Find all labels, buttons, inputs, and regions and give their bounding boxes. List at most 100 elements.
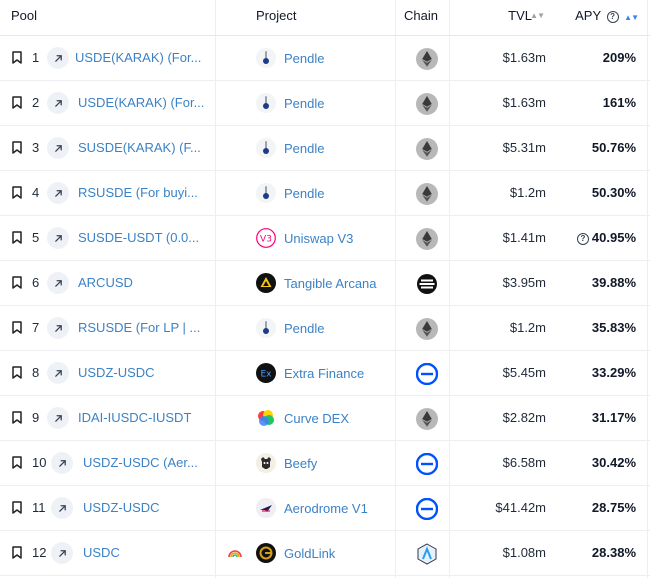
bookmark-icon[interactable] bbox=[12, 501, 22, 514]
table-row[interactable]: 2 USDE(KARAK) (For... Pendle $1.63m 161% bbox=[0, 81, 650, 126]
pool-link[interactable]: USDE(KARAK) (For... bbox=[75, 50, 201, 65]
table-row[interactable]: 11 USDZ-USDC Aerodrome V1 $41.42m 28.75% bbox=[0, 486, 650, 531]
uniswap-icon: V3 bbox=[256, 228, 276, 248]
project-link[interactable]: Pendle bbox=[284, 51, 324, 66]
pool-link[interactable]: USDE(KARAK) (For... bbox=[78, 95, 204, 110]
project-link[interactable]: Extra Finance bbox=[284, 366, 364, 381]
apy-value: 39.88% bbox=[591, 275, 636, 290]
external-link-icon[interactable] bbox=[47, 47, 69, 69]
svg-text:V3: V3 bbox=[260, 235, 272, 245]
apy-value: 30.42% bbox=[591, 455, 636, 470]
external-link-icon[interactable] bbox=[47, 182, 69, 204]
arbitrum-icon[interactable] bbox=[416, 543, 438, 565]
apy-cell: 209% bbox=[560, 50, 636, 65]
tvl-value: $5.45m bbox=[502, 365, 546, 380]
project-link[interactable]: Pendle bbox=[284, 321, 324, 336]
ethereum-icon[interactable] bbox=[416, 318, 438, 340]
project-link[interactable]: GoldLink bbox=[284, 546, 335, 561]
pool-link[interactable]: USDZ-USDC bbox=[78, 365, 155, 380]
tvl-value: $1.41m bbox=[502, 230, 546, 245]
help-icon[interactable]: ? bbox=[606, 10, 619, 23]
external-link-icon[interactable] bbox=[47, 317, 69, 339]
apy-value: 209% bbox=[602, 50, 636, 65]
external-link-icon[interactable] bbox=[47, 137, 69, 159]
bookmark-icon[interactable] bbox=[12, 321, 22, 334]
ethereum-icon[interactable] bbox=[416, 408, 438, 430]
apy-value: 31.17% bbox=[591, 410, 636, 425]
bookmark-icon[interactable] bbox=[12, 231, 22, 244]
apy-cell: 50.76% bbox=[560, 140, 636, 155]
tangible-icon bbox=[256, 273, 276, 293]
pool-link[interactable]: USDZ-USDC (Aer... bbox=[83, 455, 198, 470]
project-link[interactable]: Pendle bbox=[284, 96, 324, 111]
ethereum-icon[interactable] bbox=[416, 48, 438, 70]
ethereum-icon[interactable] bbox=[416, 93, 438, 115]
tvl-value: $1.2m bbox=[509, 185, 546, 200]
bookmark-icon[interactable] bbox=[12, 276, 22, 289]
table-row[interactable]: 4 RSUSDE (For buyi... Pendle $1.2m 50.30% bbox=[0, 171, 650, 216]
project-link[interactable]: Uniswap V3 bbox=[284, 231, 353, 246]
table-row[interactable]: 8 USDZ-USDC Ex Extra Finance $5.45m 33.29% bbox=[0, 351, 650, 396]
pool-column-header: Pool bbox=[11, 8, 38, 23]
rainbow-icon bbox=[227, 546, 243, 558]
table-row[interactable]: 12 USDC GoldLink $1.08m 28.38% bbox=[0, 531, 650, 576]
bookmark-icon[interactable] bbox=[12, 51, 22, 64]
bookmark-icon[interactable] bbox=[12, 186, 22, 199]
sort-icon[interactable]: ▲▼ bbox=[624, 13, 639, 22]
pool-link[interactable]: RSUSDE (For LP | ... bbox=[78, 320, 200, 335]
pool-link[interactable]: RSUSDE (For buyi... bbox=[78, 185, 198, 200]
external-link-icon[interactable] bbox=[51, 542, 73, 564]
table-row[interactable]: 6 ARCUSD Tangible Arcana $3.95m 39.88% bbox=[0, 261, 650, 306]
pool-link[interactable]: ARCUSD bbox=[78, 275, 133, 290]
base-icon[interactable] bbox=[415, 497, 439, 521]
project-link[interactable]: Beefy bbox=[284, 456, 317, 471]
external-link-icon[interactable] bbox=[51, 497, 73, 519]
external-link-icon[interactable] bbox=[47, 92, 69, 114]
real-chain-icon[interactable] bbox=[416, 273, 438, 295]
table-row[interactable]: 7 RSUSDE (For LP | ... Pendle $1.2m 35.83% bbox=[0, 306, 650, 351]
base-icon[interactable] bbox=[415, 362, 439, 386]
sort-icon[interactable]: ▲▼ bbox=[530, 0, 545, 32]
project-link[interactable]: Aerodrome V1 bbox=[284, 501, 368, 516]
apy-value: 50.76% bbox=[591, 140, 636, 155]
external-link-icon[interactable] bbox=[47, 227, 69, 249]
ethereum-icon[interactable] bbox=[416, 138, 438, 160]
external-link-icon[interactable] bbox=[51, 452, 73, 474]
bookmark-icon[interactable] bbox=[12, 411, 22, 424]
bookmark-icon[interactable] bbox=[12, 96, 22, 109]
apy-cell: 39.88% bbox=[560, 275, 636, 290]
bookmark-icon[interactable] bbox=[12, 366, 22, 379]
ethereum-icon[interactable] bbox=[416, 183, 438, 205]
apy-column-header[interactable]: APY ? ▲▼ bbox=[560, 0, 639, 36]
external-link-icon[interactable] bbox=[47, 272, 69, 294]
apy-cell: 31.17% bbox=[560, 410, 636, 425]
rank-number: 7 bbox=[32, 320, 40, 335]
apy-value: 35.83% bbox=[591, 320, 636, 335]
project-link[interactable]: Curve DEX bbox=[284, 411, 349, 426]
project-link[interactable]: Tangible Arcana bbox=[284, 276, 377, 291]
bookmark-icon[interactable] bbox=[12, 141, 22, 154]
tvl-value: $1.2m bbox=[509, 320, 546, 335]
pool-link[interactable]: IDAI-IUSDC-IUSDT bbox=[78, 410, 191, 425]
tvl-value: $2.82m bbox=[502, 410, 546, 425]
base-icon[interactable] bbox=[415, 452, 439, 476]
table-row[interactable]: 3 SUSDE(KARAK) (F... Pendle $5.31m 50.76% bbox=[0, 126, 650, 171]
tvl-column-header[interactable]: TVL ▲▼ bbox=[480, 0, 546, 36]
pool-link[interactable]: USDZ-USDC bbox=[83, 500, 160, 515]
help-icon[interactable]: ? bbox=[576, 232, 589, 245]
ethereum-icon[interactable] bbox=[416, 228, 438, 250]
pool-link[interactable]: SUSDE-USDT (0.0... bbox=[78, 230, 199, 245]
bookmark-icon[interactable] bbox=[12, 456, 22, 469]
table-row[interactable]: 10 USDZ-USDC (Aer... Beefy $6.58m 30.42% bbox=[0, 441, 650, 486]
external-link-icon[interactable] bbox=[47, 362, 69, 384]
project-link[interactable]: Pendle bbox=[284, 141, 324, 156]
table-row[interactable]: 1 USDE(KARAK) (For... Pendle $1.63m 209% bbox=[0, 36, 650, 81]
external-link-icon[interactable] bbox=[47, 407, 69, 429]
tvl-value: $6.58m bbox=[502, 455, 546, 470]
project-link[interactable]: Pendle bbox=[284, 186, 324, 201]
pool-link[interactable]: USDC bbox=[83, 545, 120, 560]
pool-link[interactable]: SUSDE(KARAK) (F... bbox=[78, 140, 201, 155]
table-row[interactable]: 9 IDAI-IUSDC-IUSDT Curve DEX $2.82m 31.17% bbox=[0, 396, 650, 441]
table-row[interactable]: 5 SUSDE-USDT (0.0... V3 Uniswap V3 $1.41m? 40… bbox=[0, 216, 650, 261]
bookmark-icon[interactable] bbox=[12, 546, 22, 559]
